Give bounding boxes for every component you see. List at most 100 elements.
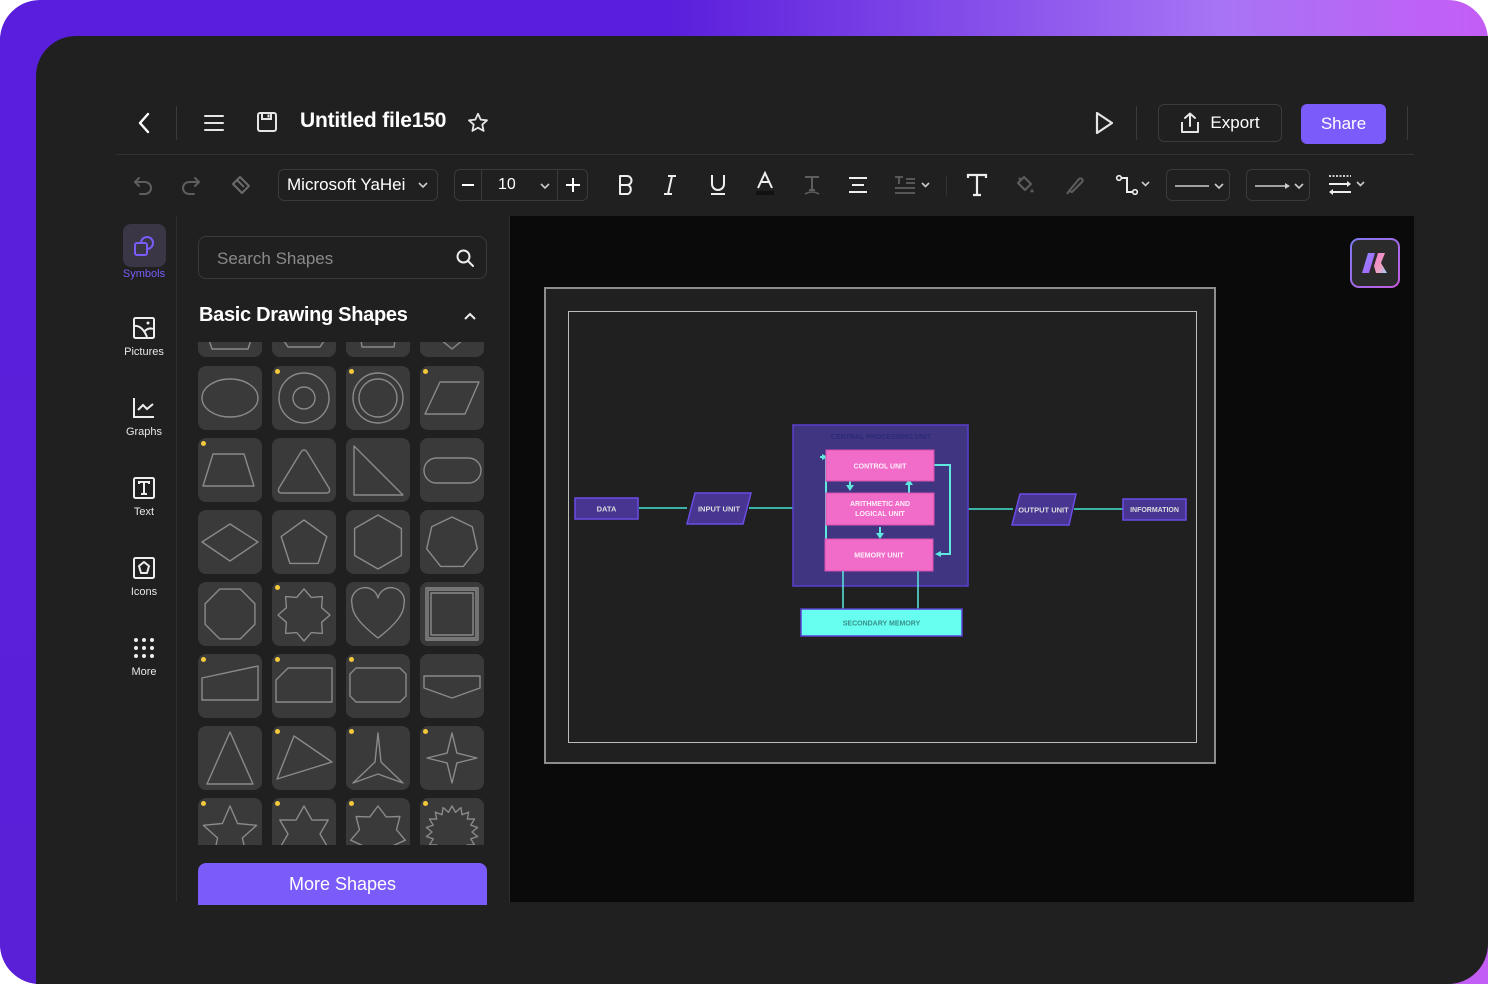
shape-tile-parallelogram[interactable] [420, 366, 484, 430]
rail-item-text[interactable]: Text [116, 476, 172, 518]
file-title[interactable]: Untitled file150 [300, 109, 446, 133]
shape-tile-right-triangle[interactable] [346, 438, 410, 502]
play-icon [1095, 111, 1114, 135]
shape-tile-seal-8[interactable] [272, 582, 336, 646]
octagon-rect-shape-icon [349, 667, 407, 703]
divider [1136, 106, 1137, 140]
collapse-section-button[interactable] [460, 306, 480, 326]
shape-tile-pentagon[interactable] [272, 510, 336, 574]
shape-tile-heart[interactable] [346, 582, 410, 646]
node-output-unit[interactable]: OUTPUT UNIT [1011, 493, 1077, 526]
premium-badge [275, 585, 280, 590]
bold-button[interactable] [614, 172, 638, 198]
redo-button[interactable] [178, 172, 204, 198]
font-family-select[interactable]: Microsoft YaHei [278, 169, 438, 201]
shape-tile-burst[interactable] [420, 798, 484, 845]
shape-tile-hexagon[interactable] [346, 510, 410, 574]
shape-tile-trapezoid-top[interactable] [198, 342, 262, 357]
shape-tile-frame[interactable] [420, 582, 484, 646]
underline-button[interactable] [706, 172, 730, 198]
more-shapes-button[interactable]: More Shapes [198, 863, 487, 905]
italic-button[interactable] [658, 172, 682, 198]
trapezoid-shape-icon [202, 453, 255, 487]
shape-tile-three-point-star[interactable] [346, 726, 410, 790]
rail-item-icons[interactable]: Icons [116, 556, 172, 598]
ai-assistant-button[interactable] [1350, 238, 1400, 288]
premium-badge [201, 657, 206, 662]
premium-badge [423, 729, 428, 734]
node-data[interactable]: DATA [574, 497, 639, 520]
shape-tile-diamond[interactable] [198, 510, 262, 574]
search-shapes-input[interactable] [215, 237, 449, 280]
chevron-down-icon [540, 183, 550, 190]
shape-tile-double-circle[interactable] [346, 366, 410, 430]
shape-tile-octagon-rect[interactable] [346, 654, 410, 718]
premium-badge [275, 369, 280, 374]
shape-tile-chevron-down[interactable] [420, 342, 484, 357]
font-color-button[interactable] [752, 170, 778, 198]
drawing-canvas[interactable]: DATA INPUT UNIT CENTRAL PROCESSING UNIT [510, 216, 1414, 902]
back-button[interactable] [132, 108, 156, 138]
shape-tile-snip-corner-rect[interactable] [272, 654, 336, 718]
shape-tile-donut[interactable] [272, 366, 336, 430]
undo-button[interactable] [130, 172, 156, 198]
menu-button[interactable] [200, 110, 228, 136]
favorite-button[interactable] [464, 110, 492, 136]
node-memory-unit[interactable]: MEMORY UNIT [824, 538, 934, 572]
save-button[interactable] [254, 109, 280, 135]
shapes-grid [198, 342, 488, 845]
shape-tile-ellipse[interactable] [198, 366, 262, 430]
ai-logo-icon [1362, 253, 1387, 273]
rail-item-graphs[interactable]: Graphs [116, 396, 172, 438]
node-secondary-memory[interactable]: SECONDARY MEMORY [800, 608, 963, 637]
shape-tile-seven-point-star[interactable] [346, 798, 410, 845]
shape-tile-scalene-triangle[interactable] [272, 726, 336, 790]
export-button[interactable]: Export [1158, 104, 1282, 142]
format-painter-button[interactable] [228, 172, 254, 198]
shape-tile-stadium[interactable] [420, 438, 484, 502]
shape-tile-triangle-rounded[interactable] [272, 438, 336, 502]
shape-tile-tall-triangle[interactable] [198, 726, 262, 790]
line-jump-button[interactable] [1326, 172, 1370, 198]
node-information[interactable]: INFORMATION [1122, 498, 1187, 521]
font-family-value: Microsoft YaHei [287, 175, 406, 194]
shape-tile-octagon[interactable] [198, 582, 262, 646]
align-button[interactable] [844, 172, 872, 198]
node-control-unit[interactable]: CONTROL UNIT [825, 449, 935, 482]
shape-tile-pentagon-cut[interactable] [346, 342, 410, 357]
shape-tile-trapezoid[interactable] [198, 438, 262, 502]
share-button[interactable]: Share [1301, 104, 1386, 144]
app-window: Untitled file150 Export Share Microsoft … [36, 36, 1488, 984]
premium-badge [201, 801, 206, 806]
text-tool-button[interactable] [964, 171, 990, 199]
bold-icon [619, 175, 633, 195]
increase-font-size-button[interactable] [557, 170, 588, 200]
line-style-select[interactable] [1166, 169, 1230, 201]
minus-icon [462, 184, 474, 186]
connector-style-button[interactable] [1114, 172, 1156, 198]
font-size-select[interactable]: 10 [482, 170, 556, 200]
arrow-style-select[interactable] [1246, 169, 1310, 201]
text-spacing-button[interactable] [892, 172, 934, 198]
shape-tile-four-point-star[interactable] [420, 726, 484, 790]
five-point-star-shape-icon [202, 805, 258, 845]
rail-item-more[interactable]: More [116, 636, 172, 678]
search-button[interactable] [454, 247, 476, 269]
shape-tile-hexagon-flat-top[interactable] [272, 342, 336, 357]
fill-color-button[interactable] [1012, 172, 1038, 198]
rail-item-symbols[interactable]: Symbols [116, 224, 172, 280]
node-alu[interactable]: ARITHMETIC AND LOGICAL UNIT [825, 492, 935, 526]
premium-badge [349, 657, 354, 662]
node-input-unit[interactable]: INPUT UNIT [686, 492, 752, 525]
shape-tile-six-point-star[interactable] [272, 798, 336, 845]
pentagon-shape-icon [280, 519, 328, 565]
shape-tile-manual-input[interactable] [198, 654, 262, 718]
text-style-button[interactable] [800, 172, 824, 198]
line-color-button[interactable] [1062, 172, 1088, 198]
present-button[interactable] [1090, 108, 1118, 138]
rail-item-pictures[interactable]: Pictures [116, 316, 172, 358]
decrease-font-size-button[interactable] [455, 170, 482, 200]
shape-tile-pentagon-down[interactable] [420, 654, 484, 718]
shape-tile-five-point-star[interactable] [198, 798, 262, 845]
shape-tile-heptagon[interactable] [420, 510, 484, 574]
